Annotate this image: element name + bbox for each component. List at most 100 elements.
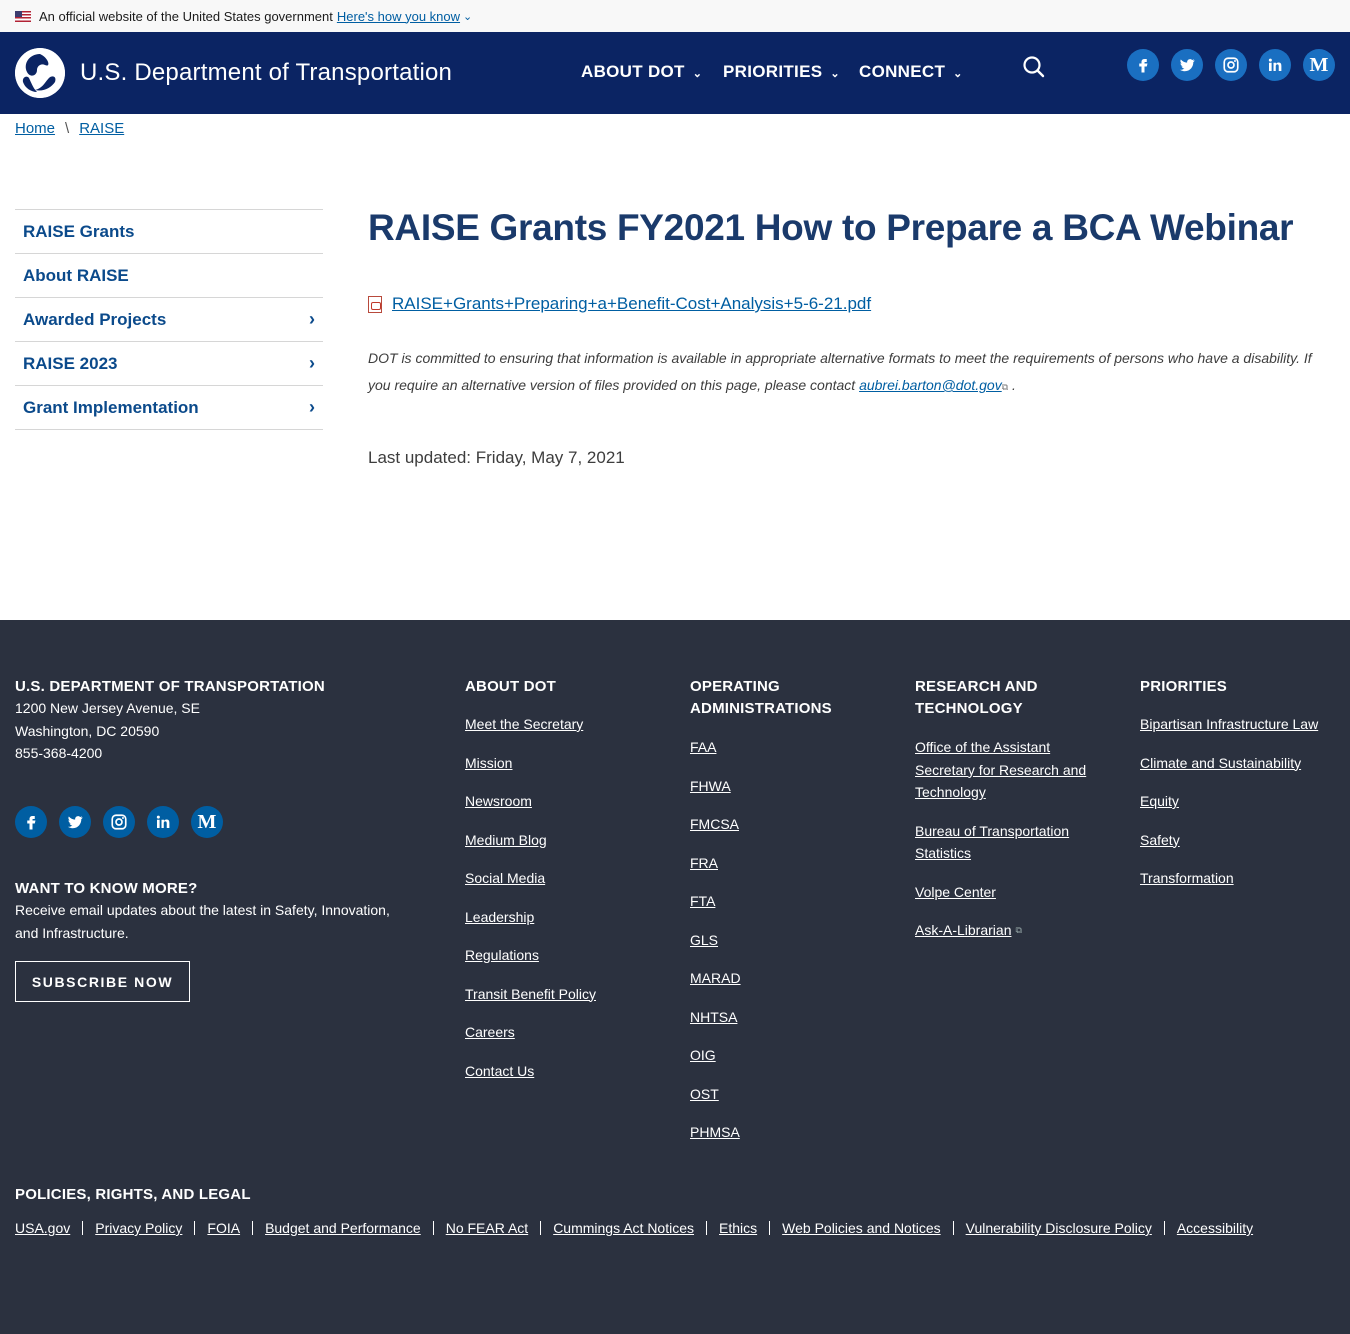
footer-link[interactable]: FAA — [690, 736, 741, 759]
footer-link[interactable]: Equity — [1140, 790, 1318, 813]
footer-link[interactable]: Mission — [465, 752, 596, 775]
footer-link[interactable]: Volpe Center — [915, 881, 1100, 904]
footer-link[interactable]: Regulations — [465, 944, 596, 967]
chevron-right-icon[interactable]: › — [309, 353, 315, 374]
chevron-down-icon: ⌄ — [953, 68, 963, 80]
twitter-icon[interactable] — [1171, 49, 1203, 81]
pdf-download-link[interactable]: RAISE+Grants+Preparing+a+Benefit-Cost+An… — [392, 294, 871, 314]
sidenav-item-awarded-projects[interactable]: Awarded Projects › — [15, 298, 323, 342]
dot-logo-icon[interactable] — [15, 48, 65, 98]
footer-link[interactable]: Safety — [1140, 829, 1318, 852]
policy-link[interactable]: Accessibility — [1177, 1220, 1253, 1236]
twitter-icon[interactable] — [59, 806, 91, 838]
chevron-right-icon[interactable]: › — [309, 397, 315, 418]
sidenav-label: RAISE 2023 — [23, 353, 118, 373]
policy-link[interactable]: Cummings Act Notices — [553, 1220, 694, 1236]
footer-phone: 855-368-4200 — [15, 745, 103, 761]
footer-link[interactable]: Bureau of Transportation Statistics — [915, 820, 1100, 865]
gov-banner-text: An official website of the United States… — [39, 8, 333, 24]
pdf-file-icon — [368, 295, 382, 313]
footer-priorities-links: Bipartisan Infrastructure Law Climate an… — [1140, 713, 1318, 890]
footer-link[interactable]: FTA — [690, 890, 741, 913]
footer-link[interactable]: NHTSA — [690, 1006, 741, 1029]
sidenav-item-grant-implementation[interactable]: Grant Implementation › — [15, 386, 323, 430]
policy-link[interactable]: FOIA — [207, 1220, 240, 1236]
policy-link[interactable]: Web Policies and Notices — [782, 1220, 940, 1236]
divider — [769, 1221, 771, 1235]
footer-link[interactable]: PHMSA — [690, 1121, 741, 1144]
linkedin-icon[interactable] — [1259, 49, 1291, 81]
policy-link[interactable]: Vulnerability Disclosure Policy — [966, 1220, 1152, 1236]
chevron-right-icon[interactable]: › — [309, 309, 315, 330]
nav-about-dot[interactable]: ABOUT DOT ⌄ — [581, 62, 702, 82]
footer-operating-links: FAA FHWA FMCSA FRA FTA GLS MARAD NHTSA O… — [690, 736, 741, 1144]
footer-link[interactable]: Meet the Secretary — [465, 713, 596, 736]
footer-link[interactable]: Newsroom — [465, 790, 596, 813]
footer-link[interactable]: Contact Us — [465, 1060, 596, 1083]
sidenav-item-raise-2023[interactable]: RAISE 2023 › — [15, 342, 323, 386]
nav-priorities[interactable]: PRIORITIES ⌄ — [723, 62, 840, 82]
chevron-down-icon[interactable]: ⌄ — [463, 10, 472, 23]
site-title[interactable]: U.S. Department of Transportation — [80, 59, 452, 87]
divider — [952, 1221, 954, 1235]
footer-link[interactable]: Transformation — [1140, 867, 1318, 890]
footer-link[interactable]: GLS — [690, 929, 741, 952]
file-attachment: RAISE+Grants+Preparing+a+Benefit-Cost+An… — [368, 294, 871, 314]
gov-banner: An official website of the United States… — [0, 0, 1350, 32]
footer-link[interactable]: Ask-A-Librarian — [915, 919, 1011, 942]
page-title: RAISE Grants FY2021 How to Prepare a BCA… — [368, 207, 1294, 248]
medium-icon[interactable]: M — [191, 806, 223, 838]
linkedin-icon[interactable] — [147, 806, 179, 838]
divider — [194, 1221, 196, 1235]
footer-link[interactable]: MARAD — [690, 967, 741, 990]
footer-link[interactable]: OST — [690, 1083, 741, 1106]
facebook-icon[interactable] — [1127, 49, 1159, 81]
footer-policy-links: USA.gov Privacy Policy FOIA Budget and P… — [15, 1220, 1253, 1236]
footer-link[interactable]: Transit Benefit Policy — [465, 983, 596, 1006]
footer-link[interactable]: Social Media — [465, 867, 596, 890]
footer-link[interactable]: Leadership — [465, 906, 596, 929]
sidenav-item-raise-grants[interactable]: RAISE Grants — [15, 210, 323, 254]
policy-link[interactable]: Ethics — [719, 1220, 757, 1236]
footer-link[interactable]: Careers — [465, 1021, 596, 1044]
footer-link[interactable]: Climate and Sustainability — [1140, 752, 1318, 775]
sidenav-item-about-raise[interactable]: About RAISE — [15, 254, 323, 298]
footer-more-heading: WANT TO KNOW MORE? — [15, 880, 198, 897]
footer-about-links: Meet the Secretary Mission Newsroom Medi… — [465, 713, 596, 1082]
breadcrumb-home-link[interactable]: Home — [15, 120, 55, 137]
footer-policies-heading: POLICIES, RIGHTS, AND LEGAL — [15, 1186, 251, 1203]
footer-link[interactable]: Bipartisan Infrastructure Law — [1140, 713, 1318, 736]
footer-address-line2: Washington, DC 20590 — [15, 723, 160, 739]
instagram-icon[interactable] — [1215, 49, 1247, 81]
divider — [540, 1221, 542, 1235]
search-icon[interactable] — [1021, 54, 1047, 80]
divider — [706, 1221, 708, 1235]
policy-link[interactable]: Privacy Policy — [95, 1220, 182, 1236]
accessibility-note-text: DOT is committed to ensuring that inform… — [368, 350, 1312, 393]
subscribe-button[interactable]: SUBSCRIBE NOW — [15, 961, 190, 1002]
breadcrumb-separator: \ — [65, 120, 70, 137]
footer-link[interactable]: FRA — [690, 852, 741, 875]
policy-link[interactable]: No FEAR Act — [446, 1220, 528, 1236]
footer-link[interactable]: OIG — [690, 1044, 741, 1067]
divider — [432, 1221, 434, 1235]
footer-link[interactable]: FHWA — [690, 775, 741, 798]
breadcrumb-raise-link[interactable]: RAISE — [79, 120, 124, 137]
how-you-know-link[interactable]: Here's how you know — [337, 9, 460, 24]
nav-connect[interactable]: CONNECT ⌄ — [859, 62, 963, 82]
sidenav-label: Grant Implementation — [23, 397, 199, 417]
footer-link[interactable]: FMCSA — [690, 813, 741, 836]
medium-icon[interactable]: M — [1303, 49, 1335, 81]
chevron-down-icon: ⌄ — [830, 68, 840, 80]
instagram-icon[interactable] — [103, 806, 135, 838]
ask-librarian-row: Ask-A-Librarian ⧉ — [915, 919, 1100, 942]
footer-link[interactable]: Office of the Assistant Secretary for Re… — [915, 736, 1100, 804]
policy-link[interactable]: USA.gov — [15, 1220, 70, 1236]
contact-email-link[interactable]: aubrei.barton@dot.gov — [859, 377, 1002, 393]
policy-link[interactable]: Budget and Performance — [265, 1220, 421, 1236]
facebook-icon[interactable] — [15, 806, 47, 838]
external-link-icon: ⧉ — [1001, 382, 1009, 392]
footer-link[interactable]: Medium Blog — [465, 829, 596, 852]
nav-label: ABOUT DOT — [581, 62, 685, 81]
sidenav-label: About RAISE — [23, 265, 129, 285]
